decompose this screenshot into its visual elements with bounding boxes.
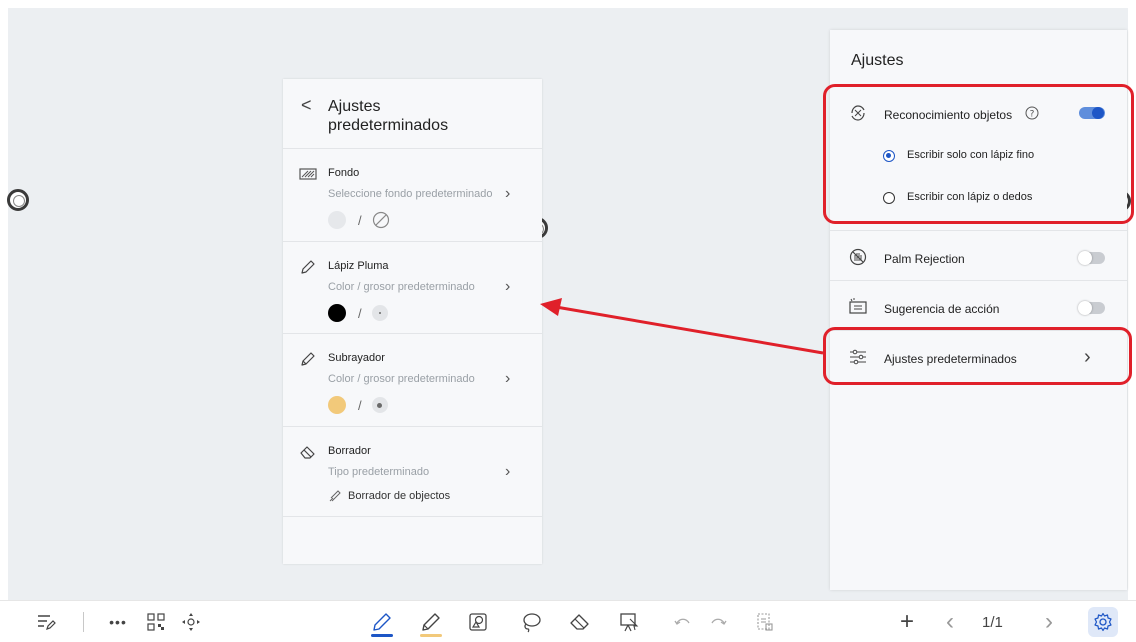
shape-tool-button[interactable]	[465, 609, 491, 635]
shape-tool-icon	[469, 613, 487, 631]
clear-page-icon	[757, 613, 773, 631]
lasso-tool-button[interactable]	[518, 609, 544, 635]
page-indicator: 1/1	[982, 614, 1003, 631]
qr-code-button[interactable]	[143, 609, 169, 635]
highlighter-tool-button[interactable]	[418, 609, 444, 637]
qr-code-icon	[147, 613, 165, 631]
move-icon	[182, 613, 200, 631]
pen-tool-button[interactable]	[369, 609, 395, 637]
plus-icon: +	[899, 608, 914, 635]
redo-button[interactable]	[705, 609, 731, 635]
chevron-left-icon: ‹	[946, 608, 954, 635]
notes-button[interactable]	[33, 609, 59, 635]
chevron-right-icon: ›	[1045, 608, 1053, 635]
highlighter-tool-icon	[422, 613, 440, 631]
previous-page-button[interactable]: ‹	[937, 609, 963, 635]
add-page-button[interactable]: +	[894, 609, 920, 635]
bottom-toolbar: ••• + ‹ 1/1 ›	[0, 600, 1136, 642]
annotation-arrow	[540, 298, 824, 355]
gear-icon	[1094, 612, 1112, 632]
presentation-tool-button[interactable]	[616, 609, 642, 635]
redo-icon	[711, 618, 727, 625]
clear-page-button[interactable]	[752, 609, 778, 635]
eraser-tool-icon	[570, 614, 589, 630]
pen-tool-icon	[373, 613, 391, 631]
eraser-tool-button[interactable]	[567, 609, 593, 635]
move-button[interactable]	[178, 609, 204, 635]
undo-button[interactable]	[670, 609, 696, 635]
pen-color-indicator	[371, 634, 393, 637]
notes-edit-icon	[38, 615, 56, 630]
more-button[interactable]: •••	[105, 609, 131, 635]
highlighter-color-indicator	[420, 634, 442, 637]
presentation-icon	[620, 613, 639, 632]
settings-button[interactable]	[1088, 607, 1118, 637]
more-dots-icon: •••	[109, 614, 127, 630]
next-page-button[interactable]: ›	[1036, 609, 1062, 635]
lasso-icon	[523, 613, 541, 633]
undo-icon	[674, 618, 690, 625]
toolbar-separator	[83, 612, 84, 632]
